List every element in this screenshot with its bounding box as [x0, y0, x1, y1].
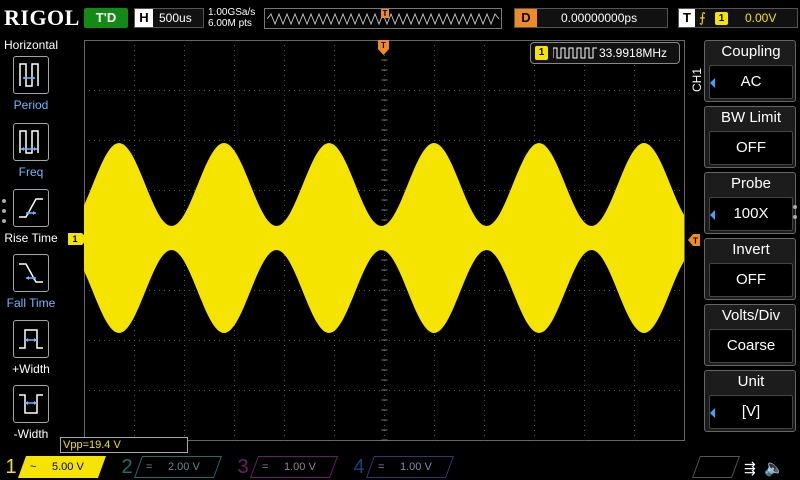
- memory-depth: 6.00M pts: [208, 18, 252, 29]
- rising-edge-icon: ⨍: [699, 10, 706, 25]
- channel-1-status[interactable]: 1 ~ 5.00 V: [0, 454, 110, 480]
- speaker-icon[interactable]: 🔈: [764, 458, 784, 478]
- channel-1-coupling: ~: [30, 461, 37, 473]
- svg-text:T: T: [693, 237, 698, 246]
- freq-icon: [13, 123, 49, 161]
- timebase-value: 500us: [159, 11, 192, 25]
- square-wave-icon: [553, 47, 597, 59]
- measure-freq[interactable]: Freq: [0, 123, 62, 185]
- fall-time-icon: [13, 254, 49, 292]
- trigger-level-marker[interactable]: T: [688, 233, 700, 246]
- delay-key: D: [515, 9, 537, 27]
- minus-width-icon: [13, 385, 49, 423]
- coupling-select-arrow-icon: [710, 78, 715, 88]
- measure-menu-title: Horizontal: [3, 38, 59, 52]
- measure-freq-label: Freq: [18, 165, 44, 179]
- sample-rate: 1.00GSa/s: [208, 7, 256, 18]
- invert-value: OFF: [709, 263, 793, 297]
- channel-side-label: CH1: [690, 68, 704, 93]
- measure-rise-time[interactable]: Rise Time: [0, 189, 62, 251]
- bw-limit-value: OFF: [709, 131, 793, 165]
- invert-menu-item[interactable]: Invert OFF: [704, 238, 796, 300]
- unit-value: [V]: [709, 395, 793, 429]
- measure-plus-width[interactable]: +Width: [0, 320, 62, 382]
- trigger-delay-box[interactable]: D 0.00000000ps: [514, 8, 668, 28]
- coupling-menu-item[interactable]: Coupling AC: [704, 40, 796, 102]
- usb-icon: ⇶: [744, 460, 756, 476]
- volts-div-value: Coarse: [709, 329, 793, 363]
- system-status-area: ⇶ 🔈: [691, 454, 800, 480]
- channel-status-bar: 1 ~ 5.00 V 2 = 2.00 V 3 = 1.00 V 4 = 1.0…: [0, 454, 800, 480]
- probe-title: Probe: [730, 175, 772, 192]
- measure-period-label: Period: [13, 98, 49, 112]
- bw-limit-title: BW Limit: [721, 109, 781, 126]
- channel-4-coupling: =: [378, 461, 385, 473]
- graticule: [84, 40, 685, 441]
- memory-position-bar[interactable]: T: [264, 8, 502, 29]
- ch1-offset-marker[interactable]: 1: [68, 233, 87, 245]
- bw-limit-menu-item[interactable]: BW Limit OFF: [704, 106, 796, 168]
- coupling-value: AC: [709, 65, 793, 99]
- run-stop-status[interactable]: T'D: [84, 8, 128, 28]
- ch1-waveform: [84, 143, 684, 333]
- frequency-counter: 1 33.9918MHz: [530, 42, 680, 64]
- trigger-source: 1: [715, 12, 728, 25]
- vpp-measurement: Vpp=19.4 V: [60, 437, 188, 453]
- unit-menu-item[interactable]: Unit [V]: [704, 370, 796, 432]
- channel-menu: Coupling AC BW Limit OFF Probe 100X Inve…: [704, 40, 800, 436]
- memory-trigger-marker: T: [381, 9, 389, 18]
- trigger-setting-box[interactable]: T ⨍ 1 0.00V: [678, 8, 798, 28]
- channel-3-scale: 1.00 V: [284, 461, 316, 473]
- measure-minus-width-label: -Width: [13, 427, 49, 441]
- rise-time-icon: [13, 189, 49, 227]
- brand-logo: RIGOL: [4, 5, 80, 30]
- volts-div-menu-item[interactable]: Volts/Div Coarse: [704, 304, 796, 366]
- unit-select-arrow-icon: [710, 408, 715, 418]
- plus-width-icon: [13, 320, 49, 358]
- trigger-position-marker[interactable]: T: [378, 40, 389, 56]
- left-page-indicator: [2, 199, 6, 229]
- measure-rise-time-label: Rise Time: [4, 231, 58, 245]
- probe-value: 100X: [709, 197, 793, 231]
- counter-channel: 1: [535, 46, 548, 60]
- probe-select-arrow-icon: [710, 210, 715, 220]
- top-status-bar: RIGOL T'D H 500us 1.00GSa/s 6.00M pts T …: [0, 0, 800, 36]
- frequency-value: 33.9918MHz: [599, 46, 668, 60]
- delay-value: 0.00000000ps: [561, 11, 638, 25]
- measure-fall-time-label: Fall Time: [6, 296, 56, 310]
- right-page-indicator: [793, 205, 797, 225]
- channel-3-status[interactable]: 3 = 1.00 V: [232, 454, 342, 480]
- svg-text:T: T: [381, 41, 386, 50]
- channel-3-coupling: =: [262, 461, 269, 473]
- trigger-level: 0.00V: [745, 11, 777, 25]
- measure-fall-time[interactable]: Fall Time: [0, 254, 62, 316]
- timebase-box[interactable]: H 500us: [134, 8, 204, 28]
- measure-plus-width-label: +Width: [12, 362, 50, 376]
- volts-div-title: Volts/Div: [721, 307, 781, 324]
- coupling-title: Coupling: [721, 43, 781, 60]
- waveform-display[interactable]: [84, 40, 685, 441]
- measure-menu: Horizontal Period Freq Rise Time Fall Ti…: [0, 36, 62, 454]
- acquisition-info: 1.00GSa/s 6.00M pts: [208, 7, 255, 29]
- invert-title: Invert: [732, 241, 770, 258]
- period-icon: [13, 56, 49, 94]
- probe-menu-item[interactable]: Probe 100X: [704, 172, 796, 234]
- channel-2-scale: 2.00 V: [168, 461, 200, 473]
- trigger-key: T: [679, 9, 695, 27]
- channel-2-coupling: =: [146, 461, 153, 473]
- measure-minus-width[interactable]: -Width: [0, 385, 62, 447]
- channel-1-scale: 5.00 V: [52, 461, 84, 473]
- horizontal-key: H: [135, 9, 153, 27]
- channel-4-scale: 1.00 V: [400, 461, 432, 473]
- channel-4-status[interactable]: 4 = 1.00 V: [348, 454, 458, 480]
- measure-period[interactable]: Period: [0, 56, 62, 118]
- channel-2-status[interactable]: 2 = 2.00 V: [116, 454, 226, 480]
- unit-title: Unit: [737, 373, 765, 390]
